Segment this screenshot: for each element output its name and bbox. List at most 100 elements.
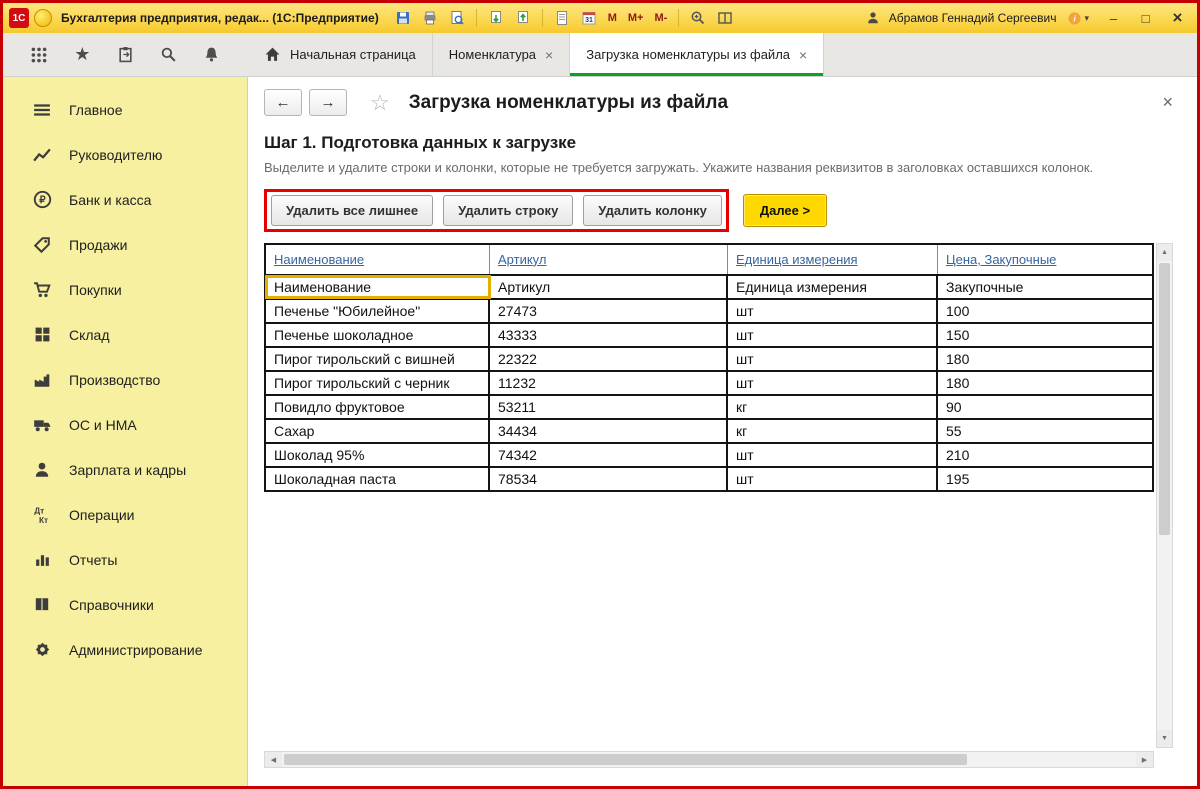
scroll-right-icon[interactable]: ▶ <box>1136 752 1153 767</box>
table-row[interactable]: Печенье шоколадное 43333 шт 150 <box>266 324 1152 348</box>
tabbar: ★ Начальная страница Номенклатура × Загр… <box>3 33 1197 77</box>
sidebar-item-label: ОС и НМА <box>69 417 137 433</box>
sidebar-item-zarplata-i-kadry[interactable]: Зарплата и кадры <box>3 447 247 492</box>
sidebar-item-proizvodstvo[interactable]: Производство <box>3 357 247 402</box>
sidebar-item-label: Отчеты <box>69 552 117 568</box>
cell-articul: 43333 <box>490 324 728 346</box>
column-header-link[interactable]: Наименование <box>274 252 364 267</box>
tab-home-page[interactable]: Начальная страница <box>248 33 433 76</box>
table-row[interactable]: Пирог тирольский с вишней 22322 шт 180 <box>266 348 1152 372</box>
horizontal-scrollbar[interactable]: ◀ ▶ <box>264 751 1154 768</box>
sidebar-item-spravochniki[interactable]: Справочники <box>3 582 247 627</box>
apps-grid-icon[interactable] <box>26 42 52 68</box>
memory-m-minus-button[interactable]: M- <box>651 12 670 24</box>
delete-column-button[interactable]: Удалить колонку <box>583 195 722 226</box>
cell-price: 180 <box>938 372 1152 394</box>
vertical-scroll-thumb[interactable] <box>1159 263 1170 535</box>
mapping-cell-name[interactable]: Наименование <box>266 276 490 298</box>
search-icon[interactable] <box>156 42 182 68</box>
back-button[interactable]: ← <box>264 89 302 116</box>
load-from-file-icon[interactable] <box>485 7 507 29</box>
column-header-articul[interactable]: Артикул <box>490 245 728 274</box>
column-header-link[interactable]: Цена, Закупочные <box>946 252 1056 267</box>
svg-text:Кт: Кт <box>38 515 47 524</box>
tab-close-icon[interactable]: × <box>799 47 807 63</box>
cell-name: Шоколадная паста <box>266 468 490 490</box>
column-header-name[interactable]: Наименование <box>266 245 490 274</box>
minimize-button[interactable]: – <box>1100 7 1127 29</box>
tab-close-icon[interactable]: × <box>545 47 553 63</box>
delete-row-button[interactable]: Удалить строку <box>443 195 573 226</box>
favorite-star-icon[interactable]: ☆ <box>370 90 390 116</box>
horizontal-scroll-track[interactable] <box>282 752 1136 767</box>
tab-nomenklatura[interactable]: Номенклатура × <box>433 33 570 76</box>
table-row[interactable]: Шоколадная паста 78534 шт 195 <box>266 468 1152 490</box>
forward-button[interactable]: → <box>309 89 347 116</box>
sidebar-item-label: Операции <box>69 507 135 523</box>
debit-credit-icon: ДтКт <box>31 504 53 526</box>
vertical-scroll-track[interactable] <box>1157 261 1172 730</box>
favorites-star-icon[interactable]: ★ <box>69 42 95 68</box>
next-button[interactable]: Далее > <box>743 194 827 227</box>
table-row[interactable]: Сахар 34434 кг 55 <box>266 420 1152 444</box>
sidebar-item-administrirovanie[interactable]: Администрирование <box>3 627 247 672</box>
mapping-cell-articul[interactable]: Артикул <box>490 276 728 298</box>
cell-name: Повидло фруктовое <box>266 396 490 418</box>
mapping-cell-price[interactable]: Закупочные <box>938 276 1152 298</box>
memory-m-button[interactable]: M <box>605 12 620 24</box>
cell-name: Сахар <box>266 420 490 442</box>
notifications-bell-icon[interactable] <box>199 42 225 68</box>
factory-icon <box>31 369 53 391</box>
info-menu[interactable]: i ▾ <box>1067 11 1089 26</box>
horizontal-scroll-thumb[interactable] <box>284 754 967 765</box>
current-user[interactable]: Абрамов Геннадий Сергеевич <box>862 7 1057 29</box>
tab-load-nomenclature[interactable]: Загрузка номенклатуры из файла × <box>570 33 824 76</box>
print-icon[interactable] <box>419 7 441 29</box>
zoom-icon[interactable] <box>687 7 709 29</box>
scroll-up-icon[interactable]: ▲ <box>1157 244 1172 261</box>
scroll-left-icon[interactable]: ◀ <box>265 752 282 767</box>
vertical-scrollbar[interactable]: ▲ ▼ <box>1156 243 1173 748</box>
sidebar-item-otchety[interactable]: Отчеты <box>3 537 247 582</box>
calendar-icon[interactable]: 31 <box>578 7 600 29</box>
table-body: Печенье "Юбилейное" 27473 шт 100 Печенье… <box>266 300 1152 490</box>
print-preview-icon[interactable] <box>446 7 468 29</box>
sidebar-item-glavnoe[interactable]: Главное <box>3 87 247 132</box>
sidebar-item-rukovoditelyu[interactable]: Руководителю <box>3 132 247 177</box>
table-row[interactable]: Повидло фруктовое 53211 кг 90 <box>266 396 1152 420</box>
cell-articul: 11232 <box>490 372 728 394</box>
sidebar-item-prodazhi[interactable]: Продажи <box>3 222 247 267</box>
column-header-link[interactable]: Единица измерения <box>736 252 858 267</box>
sidebar-item-label: Банк и касса <box>69 192 151 208</box>
maximize-button[interactable]: □ <box>1132 7 1159 29</box>
table-row[interactable]: Шоколад 95% 74342 шт 210 <box>266 444 1152 468</box>
save-to-file-icon[interactable] <box>512 7 534 29</box>
scroll-down-icon[interactable]: ▼ <box>1157 730 1172 747</box>
quick-panel: ★ <box>3 33 248 76</box>
mapping-cell-unit[interactable]: Единица измерения <box>728 276 938 298</box>
history-icon[interactable] <box>112 42 138 68</box>
page-close-icon[interactable]: × <box>1154 92 1181 113</box>
sidebar-item-sklad[interactable]: Склад <box>3 312 247 357</box>
close-window-button[interactable]: × <box>1164 7 1191 29</box>
window-title: Бухгалтерия предприятия, редак... (1С:Пр… <box>61 11 379 25</box>
assistant-icon[interactable] <box>34 9 52 27</box>
column-header-unit[interactable]: Единица измерения <box>728 245 938 274</box>
sidebar-item-bank-i-kassa[interactable]: ₽ Банк и касса <box>3 177 247 222</box>
sidebar-item-pokupki[interactable]: Покупки <box>3 267 247 312</box>
delete-all-button[interactable]: Удалить все лишнее <box>271 195 433 226</box>
save-icon[interactable] <box>392 7 414 29</box>
bar-chart-icon <box>31 549 53 571</box>
table-row[interactable]: Печенье "Юбилейное" 27473 шт 100 <box>266 300 1152 324</box>
journal-icon[interactable] <box>551 7 573 29</box>
table-row[interactable]: Пирог тирольский с черник 11232 шт 180 <box>266 372 1152 396</box>
memory-m-plus-button[interactable]: M+ <box>625 12 647 24</box>
split-window-icon[interactable] <box>714 7 736 29</box>
titlebar: 1С Бухгалтерия предприятия, редак... (1С… <box>3 3 1197 33</box>
column-header-price[interactable]: Цена, Закупочные <box>938 245 1152 274</box>
menu-icon <box>31 99 53 121</box>
separator <box>476 9 477 27</box>
column-header-link[interactable]: Артикул <box>498 252 546 267</box>
sidebar-item-os-i-nma[interactable]: ОС и НМА <box>3 402 247 447</box>
sidebar-item-operacii[interactable]: ДтКт Операции <box>3 492 247 537</box>
